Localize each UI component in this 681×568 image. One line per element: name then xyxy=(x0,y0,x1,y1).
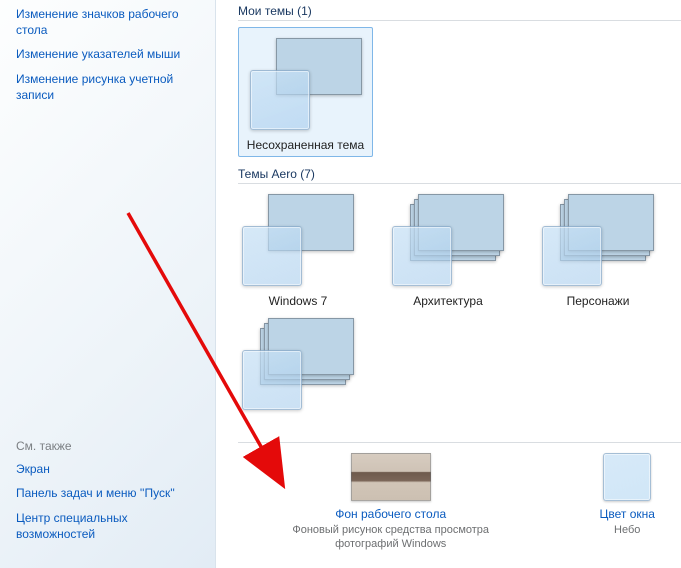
link-desktop-icons[interactable]: Изменение значков рабочего стола xyxy=(16,6,201,38)
theme-label: Windows 7 xyxy=(269,294,328,308)
link-taskbar-start[interactable]: Панель задач и меню ''Пуск'' xyxy=(16,485,201,501)
theme-label: Архитектура xyxy=(413,294,483,308)
desktop-background-control: Фон рабочего стола Фоновый рисунок средс… xyxy=(288,453,493,552)
heading-my-themes: Мои темы (1) xyxy=(238,4,681,18)
glass-swatch xyxy=(242,226,302,286)
link-display[interactable]: Экран xyxy=(16,461,201,477)
window-color-link[interactable]: Цвет окна xyxy=(599,507,654,521)
divider xyxy=(238,183,681,184)
main-panel: Мои темы (1) Несохраненная тема Темы Aer… xyxy=(216,0,681,568)
link-mouse-pointers[interactable]: Изменение указателей мыши xyxy=(16,46,201,62)
see-also-label: См. также xyxy=(16,439,201,453)
window-color-desc: Небо xyxy=(614,524,640,538)
window-color-swatch[interactable] xyxy=(603,453,651,501)
desktop-background-thumb[interactable] xyxy=(351,453,431,501)
theme-windows7[interactable]: Windows 7 xyxy=(238,190,358,308)
link-ease-of-access[interactable]: Центр специальных возможностей xyxy=(16,510,201,542)
theme-label: Персонажи xyxy=(567,294,630,308)
theme-landscapes[interactable] xyxy=(238,314,358,414)
divider xyxy=(238,20,681,21)
theme-unsaved[interactable]: Несохраненная тема xyxy=(238,27,373,157)
desktop-background-link[interactable]: Фон рабочего стола xyxy=(335,507,446,521)
glass-swatch xyxy=(250,70,310,130)
glass-swatch xyxy=(242,350,302,410)
glass-swatch xyxy=(392,226,452,286)
link-account-picture[interactable]: Изменение рисунка учетной записи xyxy=(16,71,201,103)
heading-aero-themes: Темы Aero (7) xyxy=(238,167,681,181)
glass-swatch xyxy=(542,226,602,286)
theme-architecture[interactable]: Архитектура xyxy=(388,190,508,308)
theme-label: Несохраненная тема xyxy=(247,138,364,152)
window-color-control: Цвет окна Небо xyxy=(573,453,681,552)
desktop-background-desc: Фоновый рисунок средства просмотра фотог… xyxy=(288,524,493,552)
theme-characters[interactable]: Персонажи xyxy=(538,190,658,308)
sidebar: Изменение значков рабочего стола Изменен… xyxy=(0,0,216,568)
